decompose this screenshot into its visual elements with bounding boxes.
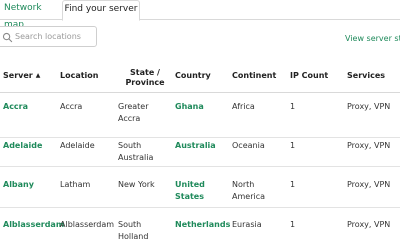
column-header-state-province[interactable]: State / Province [120,68,170,88]
server-link[interactable]: Accra [3,101,53,113]
continent-cell: Eurasia [232,220,262,229]
location-cell: Latham [60,180,91,189]
ip-count-cell: 1 [290,141,296,150]
continent-cell-line2: America [232,192,265,201]
table-row: Alblasserdam Alblasserdam South Holland … [0,208,400,250]
search-input[interactable] [15,29,95,44]
table-row: Adelaide Adelaide South Australia Austra… [0,131,400,167]
server-link[interactable]: Alblasserdam [3,219,64,231]
continent-cell: Oceania [232,141,265,150]
column-header-continent[interactable]: Continent [232,71,287,81]
state-cell-line1: South [118,220,142,229]
continent-cell: Africa [232,102,255,111]
ip-count-cell: 1 [290,180,296,189]
sort-ascending-icon[interactable]: ▲ [36,72,41,79]
country-link-line2[interactable]: States [175,191,231,203]
tab-find-your-server[interactable]: Find your server [62,0,140,21]
services-cell: Proxy, VPN [347,102,391,111]
state-cell-line1: South [118,141,142,150]
state-cell-line1: Greater [118,102,149,111]
column-header-country[interactable]: Country [175,71,231,81]
column-header-state-line1: State / [130,68,160,77]
column-header-ip-count[interactable]: IP Count [290,71,330,81]
country-link[interactable]: Ghana [175,101,231,113]
services-cell: Proxy, VPN [347,141,391,150]
ip-count-cell: 1 [290,102,296,111]
state-cell-line1: New York [118,180,155,189]
country-link[interactable]: Netherlands [175,219,231,231]
ip-count-cell: 1 [290,220,296,229]
state-cell-line2: Australia [118,153,154,162]
tab-network-map[interactable]: Network map [0,0,62,30]
country-link[interactable]: Australia [175,140,231,152]
table-header: Server ▲ Location State / Province Countr… [0,62,400,93]
location-cell: Accra [60,102,83,111]
table-row: Albany Latham New York United States Nor… [0,168,400,208]
search-icon [2,32,13,43]
services-cell: Proxy, VPN [347,180,391,189]
column-header-state-line2: Province [125,78,165,87]
continent-cell-line1: North [232,180,255,189]
server-link[interactable]: Adelaide [3,140,53,152]
column-header-server-label: Server [3,71,33,80]
server-locations-page: Network map Find your server View server… [0,0,400,250]
location-cell: Adelaide [60,141,95,150]
state-cell-line2: Accra [118,114,141,123]
services-cell: Proxy, VPN [347,220,391,229]
column-header-location[interactable]: Location [60,71,116,81]
country-link-line1[interactable]: United [175,179,231,191]
location-cell: Alblasserdam [60,220,115,229]
column-header-services[interactable]: Services [347,71,400,81]
tab-bar: Network map Find your server [0,0,400,30]
server-link[interactable]: Albany [3,179,53,191]
view-server-status-link[interactable]: View server status [345,34,400,43]
state-cell-line2: Holland [118,232,149,241]
column-header-server[interactable]: Server ▲ [3,71,53,82]
search-box[interactable] [0,26,97,47]
